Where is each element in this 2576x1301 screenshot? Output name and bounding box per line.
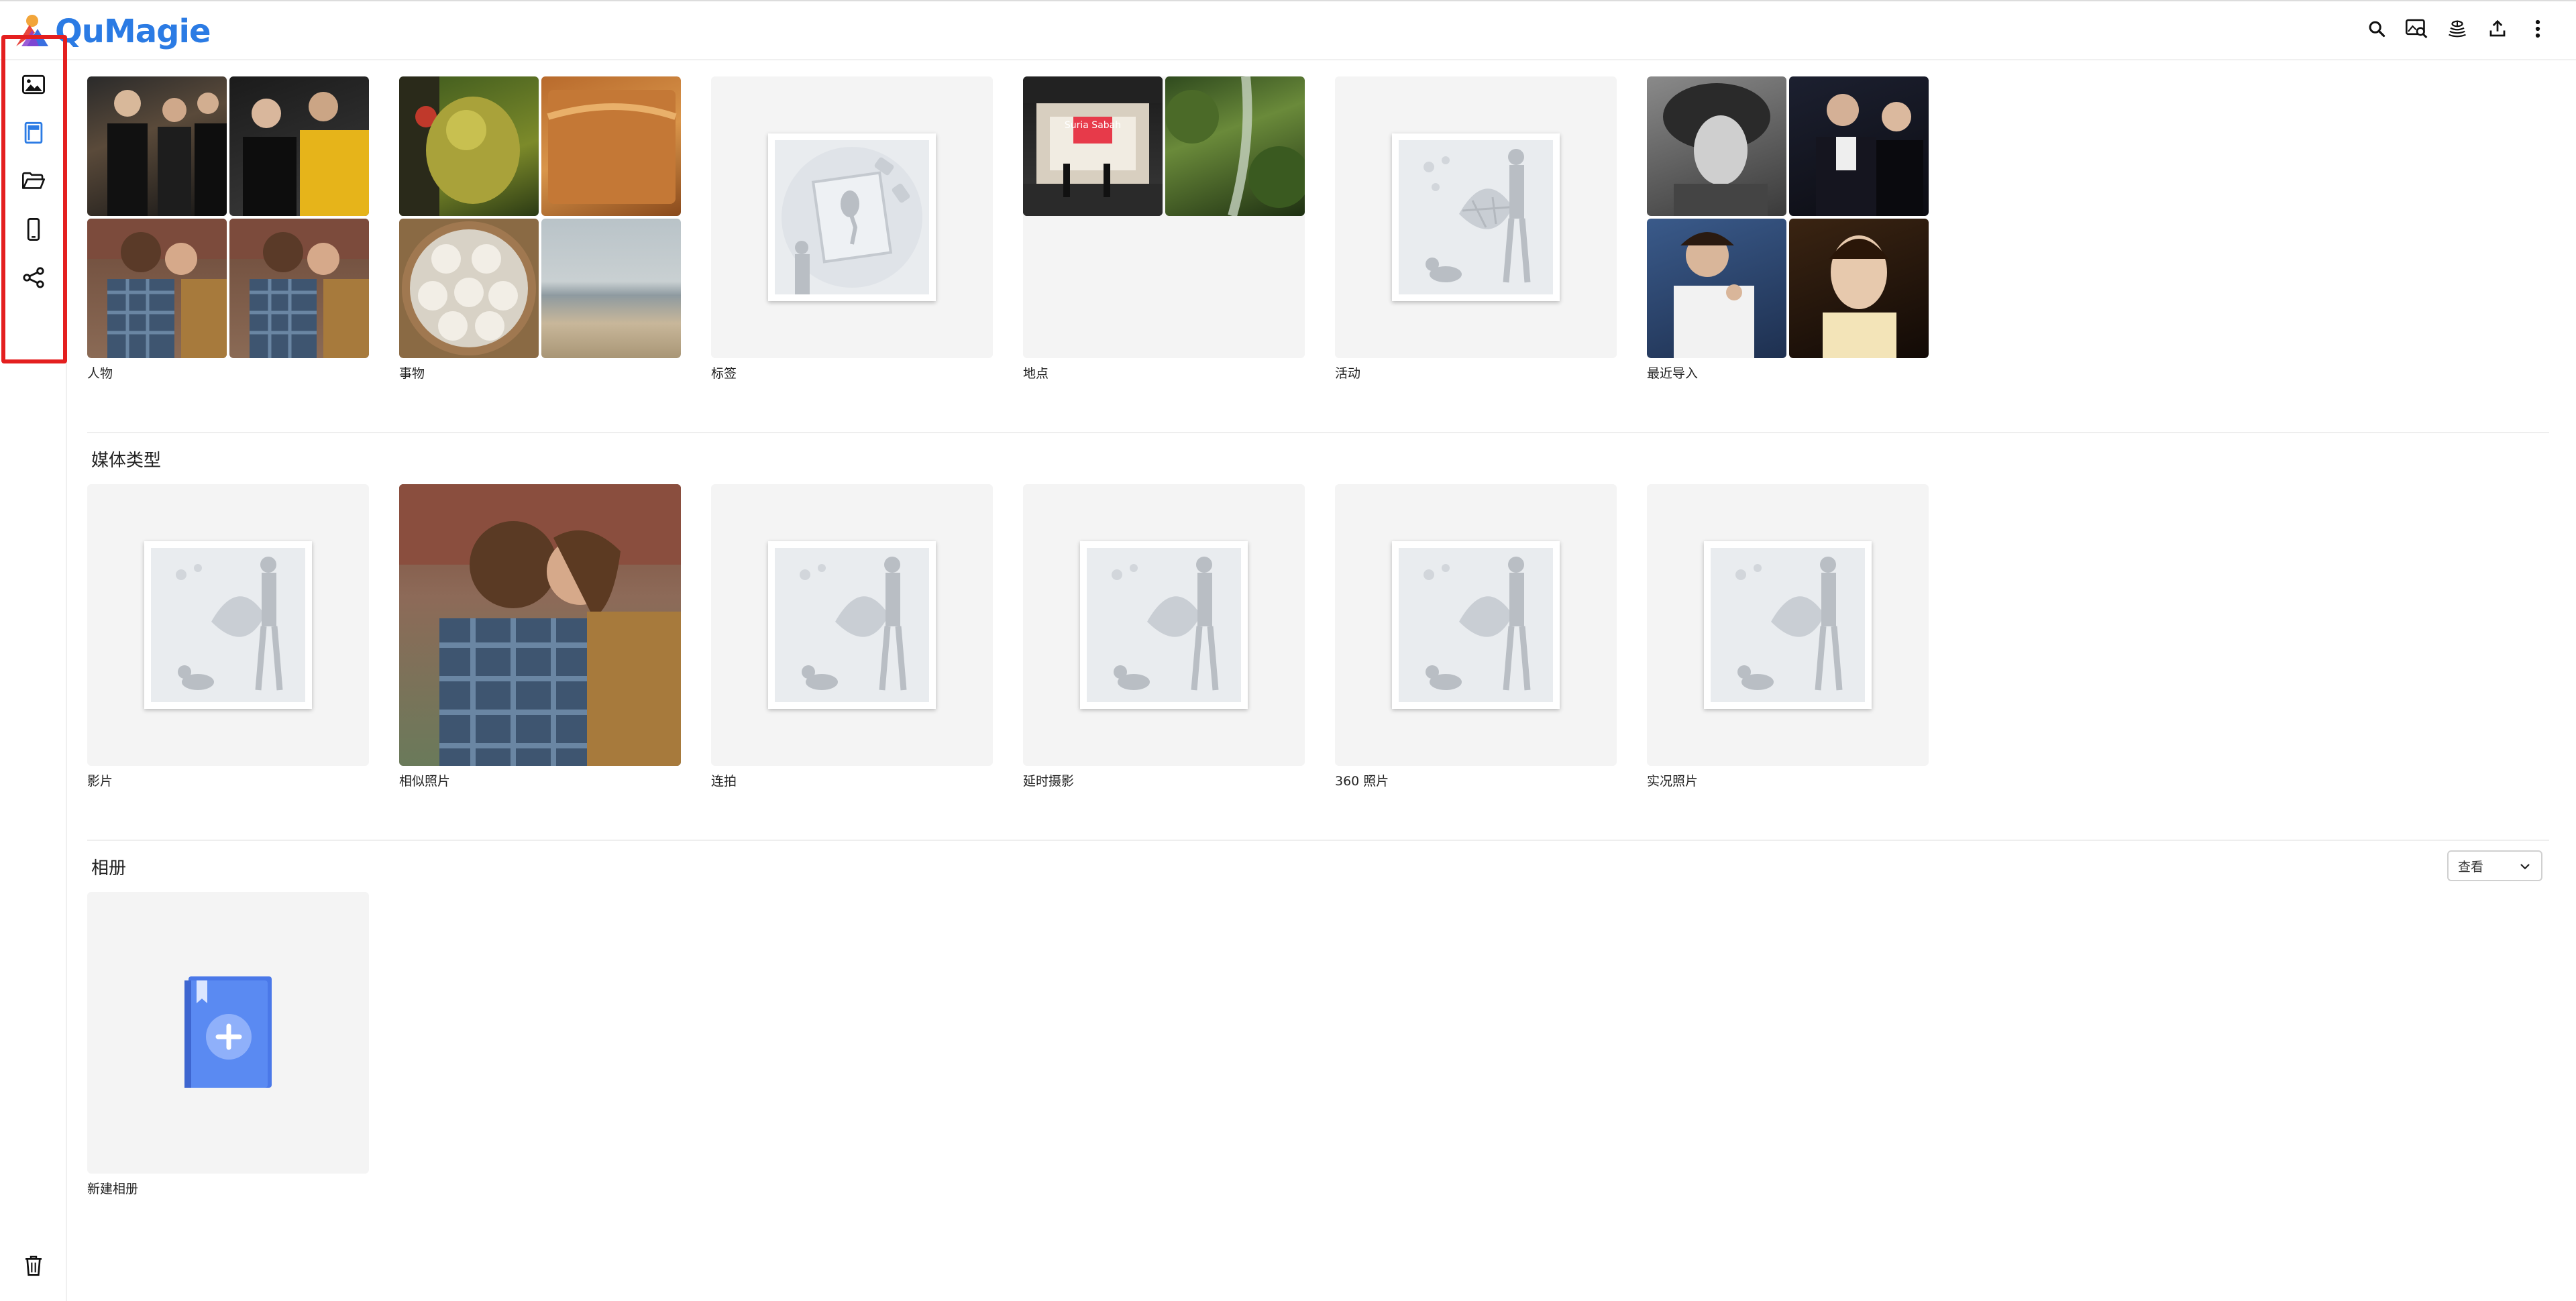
sidebar-item-photos[interactable] — [19, 70, 48, 99]
category-recent-label: 最近导入 — [1647, 366, 1699, 381]
trash-icon — [25, 1255, 42, 1276]
category-events-label: 活动 — [1335, 366, 1361, 381]
places-photo-2 — [1165, 76, 1305, 216]
section-divider-2 — [87, 840, 2549, 841]
people-photo-3 — [87, 219, 227, 358]
media-360-label: 360 照片 — [1335, 774, 1389, 789]
people-photo-2 — [229, 76, 369, 216]
media-video-tile[interactable] — [87, 484, 369, 766]
phone-icon — [27, 218, 40, 241]
media-burst-label: 连拍 — [711, 774, 737, 789]
tags-placeholder-illustration — [768, 133, 936, 301]
media-timelapse-label: 延时摄影 — [1023, 774, 1075, 789]
top-bar: QuMagie — [0, 0, 2576, 60]
more-vert-icon[interactable] — [2526, 16, 2549, 42]
category-people-label: 人物 — [87, 366, 113, 381]
category-things-label: 事物 — [399, 366, 425, 381]
media-timelapse-tile[interactable] — [1023, 484, 1305, 766]
category-things-tile[interactable] — [399, 76, 681, 358]
things-photo-2 — [541, 76, 681, 216]
album-icon — [24, 121, 43, 144]
places-photo-1: Suria Sabah — [1023, 76, 1163, 216]
media-similar-tile[interactable] — [399, 484, 681, 766]
qumagie-logo-icon — [16, 15, 48, 46]
media-live-label: 实况照片 — [1647, 774, 1699, 789]
category-places-label: 地点 — [1023, 366, 1049, 381]
category-places-tile[interactable]: Suria Sabah — [1023, 76, 1305, 358]
sidebar-item-shared[interactable] — [19, 263, 48, 292]
sidebar-item-albums[interactable] — [19, 118, 48, 148]
360-placeholder-illustration — [1392, 541, 1560, 709]
share-icon — [23, 267, 44, 288]
search-icon[interactable] — [2365, 16, 2388, 42]
albums-title: 相册 — [91, 858, 127, 879]
new-album-label: 新建相册 — [87, 1182, 139, 1196]
category-events-tile[interactable] — [1335, 76, 1617, 358]
recent-photo-1 — [1647, 76, 1786, 216]
things-photo-1 — [399, 76, 539, 216]
live-placeholder-illustration — [1704, 541, 1872, 709]
albums-view-select-value: 查看 — [2458, 859, 2484, 874]
sidebar-item-folders[interactable] — [19, 166, 48, 196]
sidebar-item-devices[interactable] — [19, 215, 48, 244]
place-sign-text: Suria Sabah — [1065, 120, 1121, 131]
media-similar-label: 相似照片 — [399, 774, 451, 789]
events-placeholder-illustration — [1392, 133, 1560, 301]
media-video-label: 影片 — [87, 774, 113, 789]
new-album-tile[interactable] — [87, 892, 369, 1174]
category-tags-tile[interactable] — [711, 76, 993, 358]
media-burst-tile[interactable] — [711, 484, 993, 766]
media-types-title: 媒体类型 — [91, 451, 162, 471]
recent-photo-4 — [1789, 219, 1929, 358]
people-photo-1 — [87, 76, 227, 216]
upload-icon[interactable] — [2486, 16, 2509, 42]
category-tags-label: 标签 — [711, 366, 737, 381]
timelapse-placeholder-illustration — [1080, 541, 1248, 709]
media-360-tile[interactable] — [1335, 484, 1617, 766]
things-photo-4 — [541, 219, 681, 358]
chevron-down-icon — [2520, 864, 2530, 870]
section-divider-1 — [87, 432, 2549, 433]
people-photo-4 — [229, 219, 369, 358]
recent-photo-3 — [1647, 219, 1786, 358]
recent-photo-2 — [1789, 76, 1929, 216]
app-name: QuMagie — [55, 13, 211, 50]
category-people-tile[interactable] — [87, 76, 369, 358]
sidebar-item-trash[interactable] — [19, 1251, 48, 1281]
sidebar — [0, 60, 67, 1301]
folder-open-icon — [22, 172, 45, 189]
media-live-tile[interactable] — [1647, 484, 1929, 766]
image-search-icon[interactable] — [2406, 16, 2428, 42]
app-logo[interactable]: QuMagie — [12, 8, 211, 55]
things-photo-3 — [399, 219, 539, 358]
image-icon — [22, 74, 45, 95]
coin-stack-icon[interactable] — [2446, 16, 2469, 42]
burst-placeholder-illustration — [768, 541, 936, 709]
new-album-icon — [184, 976, 272, 1088]
video-placeholder-illustration — [144, 541, 312, 709]
similar-photo — [399, 484, 681, 766]
category-recent-tile[interactable] — [1647, 76, 1929, 358]
albums-view-select[interactable]: 查看 — [2447, 850, 2542, 881]
